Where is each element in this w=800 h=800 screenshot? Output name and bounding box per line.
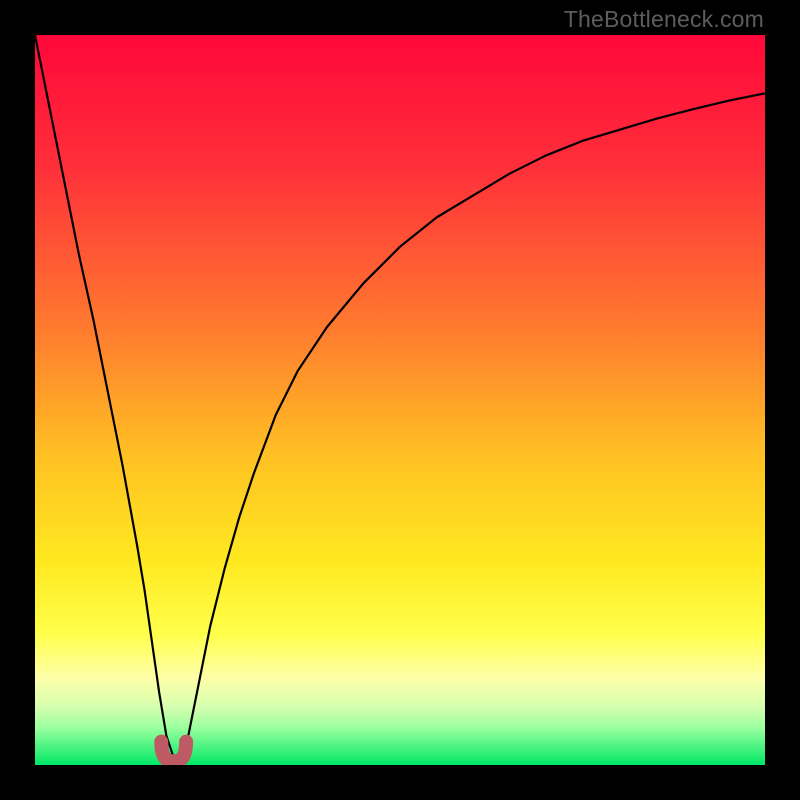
minimum-marker	[35, 35, 765, 765]
watermark-text: TheBottleneck.com	[564, 6, 764, 33]
chart-frame: TheBottleneck.com	[0, 0, 800, 800]
plot-area	[35, 35, 765, 765]
